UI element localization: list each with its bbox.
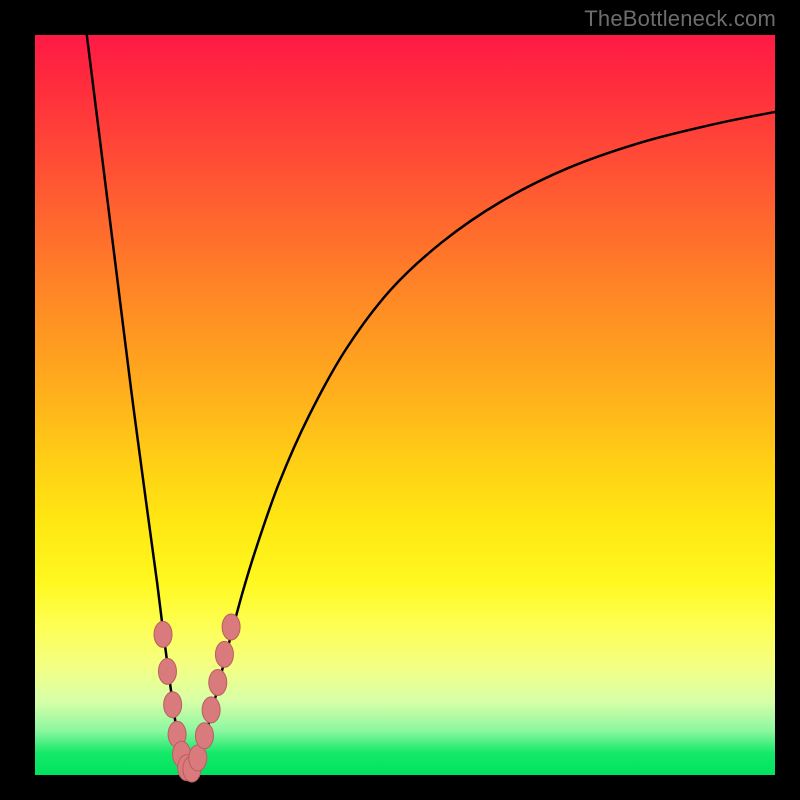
- plot-area: [35, 35, 775, 775]
- marker-dot: [195, 723, 213, 749]
- marker-dot: [209, 670, 227, 696]
- marker-dot: [158, 658, 176, 684]
- marker-dot: [202, 697, 220, 723]
- attribution-text: TheBottleneck.com: [584, 6, 776, 32]
- marker-dot: [215, 641, 233, 667]
- bottleneck-curve-path: [87, 35, 775, 774]
- bottleneck-curve: [87, 35, 775, 774]
- marker-dot: [222, 614, 240, 640]
- chart-frame: TheBottleneck.com: [0, 0, 800, 800]
- highlighted-points: [154, 614, 240, 782]
- marker-dot: [154, 621, 172, 647]
- curve-layer: [35, 35, 775, 775]
- marker-dot: [164, 692, 182, 718]
